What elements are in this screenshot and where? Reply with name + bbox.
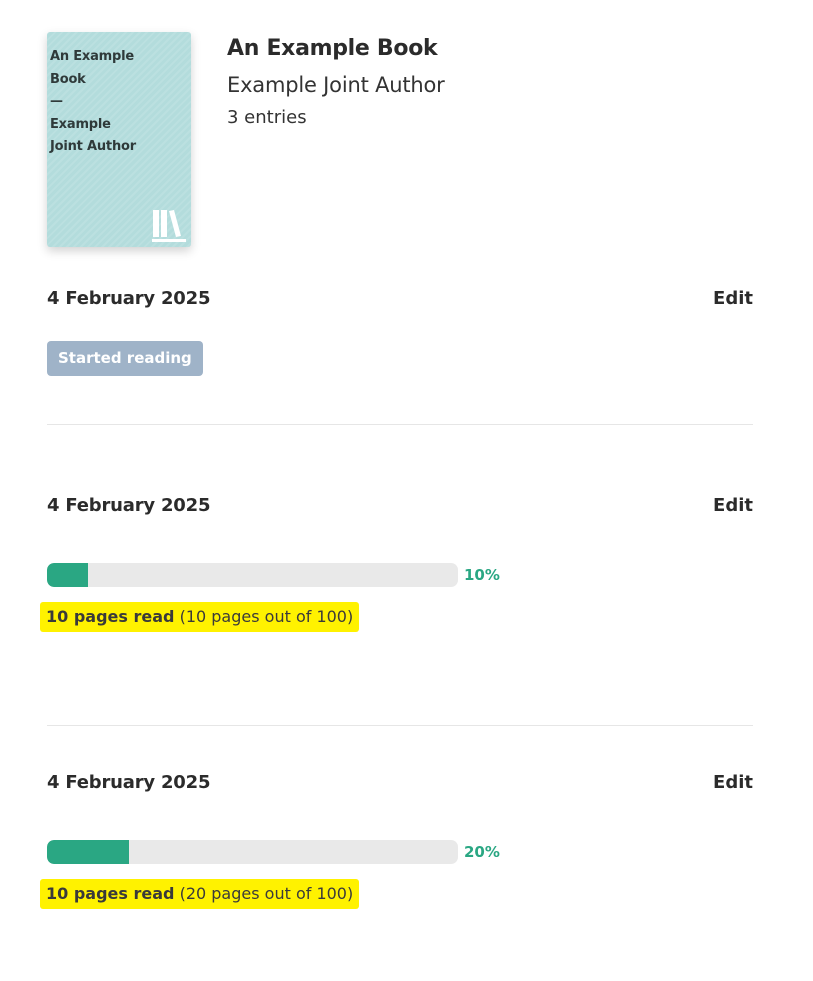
- progress-fill: [47, 840, 130, 864]
- progress-bar: [47, 840, 458, 864]
- cover-text: An Example Book — Example Joint Author: [50, 46, 185, 159]
- edit-entry-button[interactable]: Edit: [713, 770, 753, 796]
- status-badge: Started reading: [47, 341, 203, 376]
- edit-entry-button[interactable]: Edit: [713, 493, 753, 519]
- progress-percent: 20%: [464, 843, 500, 861]
- pages-read: 10 pages read: [46, 607, 175, 626]
- stacked-books-icon: [152, 210, 186, 242]
- pages-detail: (10 pages out of 100): [179, 607, 354, 626]
- progress-bar: [47, 563, 458, 587]
- pages-read-note: 10 pages read (10 pages out of 100): [40, 602, 360, 632]
- cover-line: Example: [50, 116, 111, 132]
- cover-line: Joint Author: [50, 139, 136, 154]
- progress-fill: [47, 563, 89, 587]
- pages-read: 10 pages read: [46, 884, 175, 903]
- entry-divider: [47, 424, 753, 425]
- book-title[interactable]: An Example Book: [227, 34, 438, 64]
- entry-date: 4 February 2025: [47, 772, 211, 793]
- edit-entry-button[interactable]: Edit: [713, 286, 753, 312]
- book-author[interactable]: Example Joint Author: [227, 70, 445, 100]
- cover-line: —: [50, 94, 63, 109]
- cover-line: Book: [50, 71, 86, 87]
- pages-read-note: 10 pages read (20 pages out of 100): [40, 879, 360, 909]
- pages-detail: (20 pages out of 100): [179, 884, 354, 903]
- progress-percent: 10%: [464, 566, 500, 584]
- entry-date: 4 February 2025: [47, 288, 211, 309]
- cover-line: An Example: [50, 49, 135, 64]
- entry-divider: [47, 725, 753, 726]
- entry-date: 4 February 2025: [47, 495, 211, 516]
- book-cover[interactable]: An Example Book — Example Joint Author: [47, 32, 191, 247]
- entry-count: 3 entries: [227, 107, 307, 128]
